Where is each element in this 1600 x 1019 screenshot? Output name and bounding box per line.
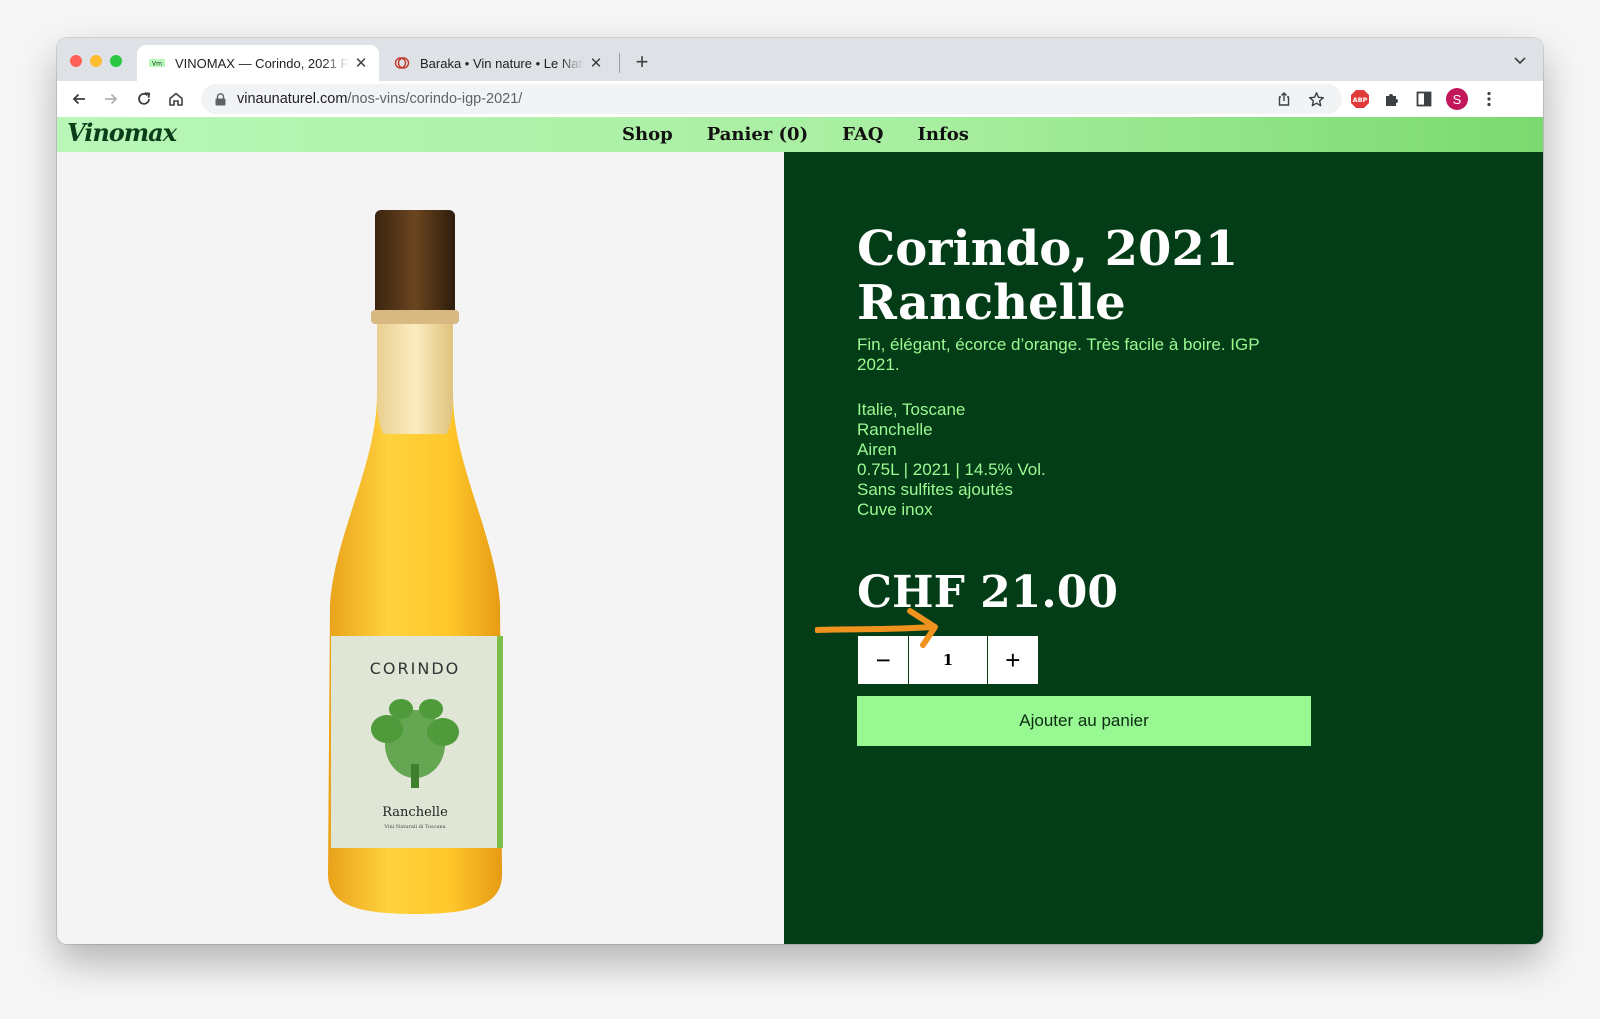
detail-producer: Ranchelle: [857, 420, 933, 439]
lock-icon[interactable]: [215, 92, 227, 106]
nav-cart[interactable]: Panier (0): [707, 124, 808, 145]
baraka-favicon-icon: [394, 55, 410, 71]
wine-bottle-image: CORINDO Ranchelle Vini Naturali di Tosca…: [328, 210, 503, 914]
adblock-icon[interactable]: ABP: [1350, 89, 1370, 109]
product-info-panel: Corindo, 2021 Ranchelle Fin, élégant, éc…: [784, 152, 1543, 944]
browser-window: Vm VINOMAX — Corindo, 2021 Ranchelle ✕ B…: [57, 38, 1543, 944]
detail-volume: 0.75L | 2021 | 14.5% Vol.: [857, 460, 1046, 479]
tab-close-icon[interactable]: ✕: [349, 54, 373, 72]
svg-text:CORINDO: CORINDO: [370, 659, 460, 678]
web-page: Vinomax Shop Panier (0) FAQ Infos CORIND…: [57, 117, 1543, 944]
minimize-window-button[interactable]: [90, 55, 102, 67]
svg-text:ABP: ABP: [1353, 96, 1368, 104]
sidepanel-icon[interactable]: [1414, 89, 1434, 109]
browser-toolbar: vinaunaturel.com/nos-vins/corindo-igp-20…: [57, 81, 1543, 117]
tab-strip: Vm VINOMAX — Corindo, 2021 Ranchelle ✕ B…: [57, 38, 1543, 81]
nav-shop[interactable]: Shop: [622, 124, 673, 145]
annotation-arrow-icon: [815, 608, 938, 648]
profile-avatar[interactable]: S: [1446, 88, 1468, 110]
increase-quantity-button[interactable]: +: [988, 636, 1038, 684]
back-icon[interactable]: [69, 89, 89, 109]
extensions-icon[interactable]: [1382, 89, 1402, 109]
tab-title: VINOMAX — Corindo, 2021 Ranchelle: [175, 55, 349, 71]
svg-text:Ranchelle: Ranchelle: [382, 805, 448, 820]
tab-title: Baraka • Vin nature • Le Naturiste: [420, 55, 584, 71]
vinomax-favicon-icon: Vm: [149, 55, 165, 71]
svg-text:Vini Naturali di Toscana: Vini Naturali di Toscana: [383, 824, 445, 830]
product-details: Italie, Toscane Ranchelle Airen 0.75L | …: [857, 400, 1277, 520]
share-icon[interactable]: [1274, 89, 1294, 109]
svg-text:Vm: Vm: [152, 61, 162, 68]
nav-infos[interactable]: Infos: [917, 124, 968, 145]
close-window-button[interactable]: [70, 55, 82, 67]
site-navbar: Vinomax Shop Panier (0) FAQ Infos: [57, 117, 1543, 152]
add-to-cart-button[interactable]: Ajouter au panier: [857, 696, 1311, 746]
url-host: vinaunaturel.com: [237, 91, 348, 107]
new-tab-button[interactable]: +: [630, 48, 654, 76]
product-tagline: Fin, élégant, écorce d’orange. Très faci…: [857, 335, 1260, 374]
detail-vessel: Cuve inox: [857, 500, 933, 519]
product-title-line1: Corindo, 2021: [857, 221, 1239, 277]
url-path: /nos-vins/corindo-igp-2021/: [347, 91, 523, 107]
detail-region: Italie, Toscane: [857, 400, 966, 419]
tab-baraka[interactable]: Baraka • Vin nature • Le Naturiste ✕: [382, 45, 614, 81]
main-nav: Shop Panier (0) FAQ Infos: [622, 117, 1003, 152]
site-logo[interactable]: Vinomax: [67, 118, 177, 147]
maximize-window-button[interactable]: [110, 55, 122, 67]
tab-separator: [619, 53, 620, 73]
product-image-panel: CORINDO Ranchelle Vini Naturali di Tosca…: [57, 152, 784, 944]
product-title-line2: Ranchelle: [857, 275, 1126, 331]
tab-vinomax[interactable]: Vm VINOMAX — Corindo, 2021 Ranchelle ✕: [137, 45, 379, 81]
forward-icon[interactable]: [101, 89, 121, 109]
nav-faq[interactable]: FAQ: [842, 124, 883, 145]
reload-icon[interactable]: [134, 89, 154, 109]
tab-list-chevron-icon[interactable]: [1511, 51, 1529, 69]
detail-sulfites: Sans sulfites ajoutés: [857, 480, 1013, 499]
bookmark-star-icon[interactable]: [1306, 89, 1326, 109]
product-title: Corindo, 2021 Ranchelle: [857, 222, 1457, 330]
kebab-menu-icon[interactable]: [1479, 89, 1499, 109]
detail-grape: Airen: [857, 440, 897, 459]
tab-close-icon[interactable]: ✕: [584, 54, 608, 72]
home-icon[interactable]: [166, 89, 186, 109]
address-bar[interactable]: vinaunaturel.com/nos-vins/corindo-igp-20…: [201, 84, 1342, 114]
